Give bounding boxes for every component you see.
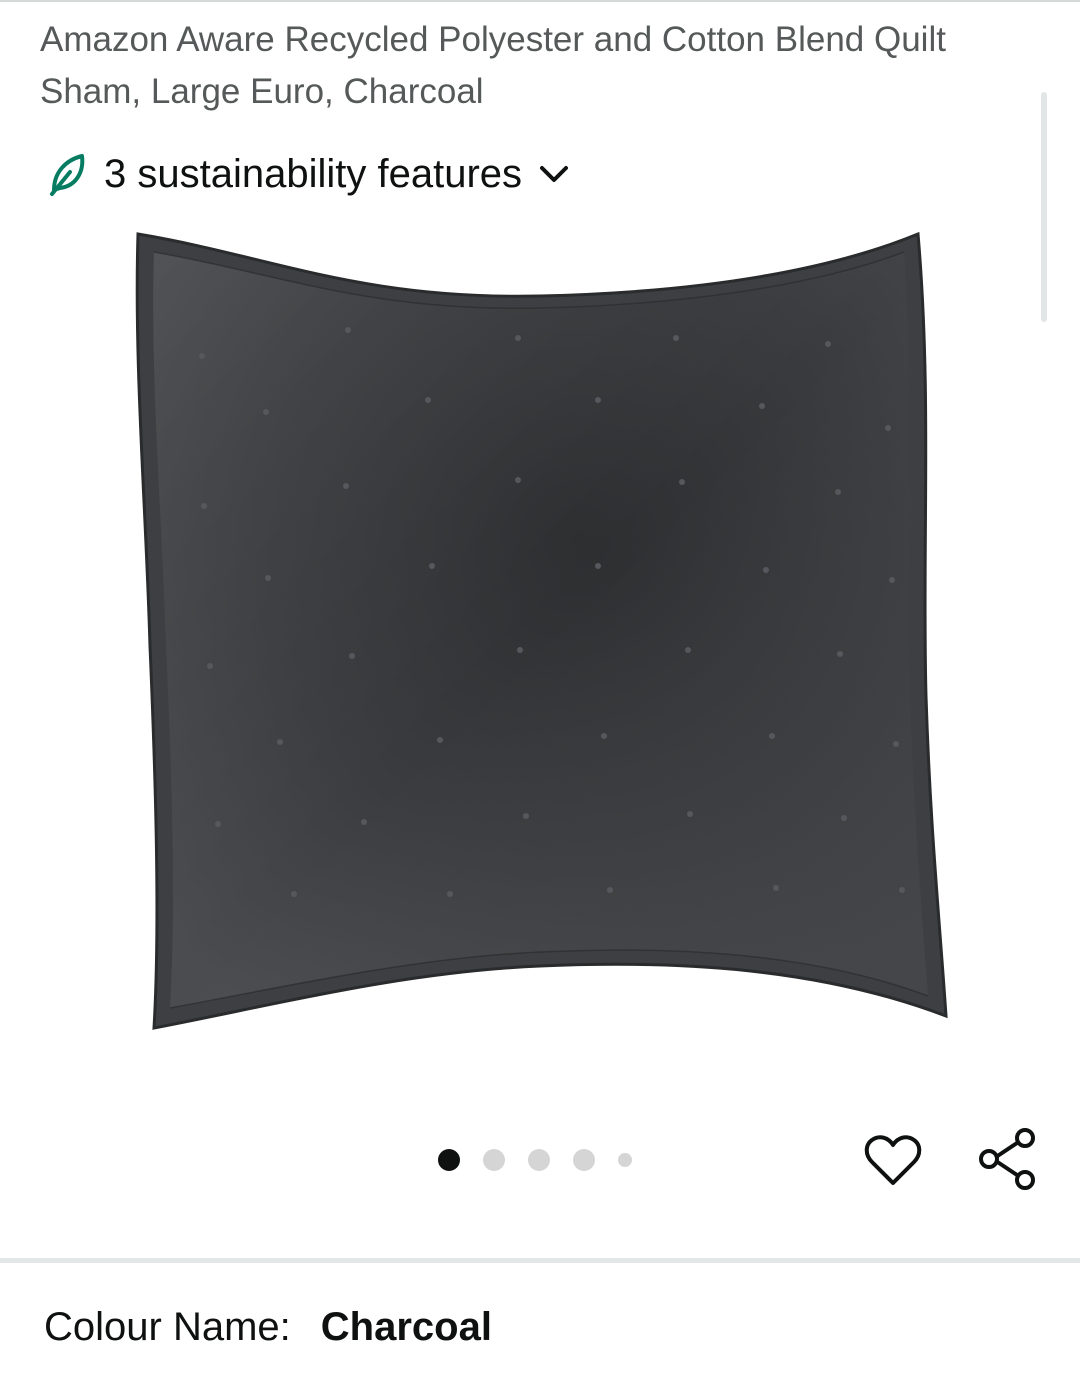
scrollbar[interactable] [1041,92,1047,322]
carousel-dot[interactable] [438,1149,460,1171]
product-image[interactable] [120,226,960,1046]
share-icon [977,1127,1039,1196]
image-carousel-indicator[interactable] [438,1148,655,1172]
carousel-dot[interactable] [528,1149,550,1171]
colour-selector: Colour Name: Charcoal [44,1298,492,1356]
carousel-dot[interactable] [483,1149,505,1171]
section-divider [0,1258,1080,1263]
top-divider [0,0,1080,2]
product-page: Amazon Aware Recycled Polyester and Cott… [0,0,1080,1387]
chevron-down-icon [536,156,572,192]
heart-outline-icon [864,1134,922,1192]
sustainability-features-toggle[interactable]: 3 sustainability features [46,146,572,202]
colour-label: Colour Name: [44,1304,291,1349]
carousel-dot[interactable] [618,1153,632,1167]
colour-value: Charcoal [320,1304,492,1349]
add-to-wishlist-button[interactable] [864,1134,922,1192]
leaf-icon [46,152,90,196]
share-button[interactable] [976,1127,1040,1196]
carousel-dot[interactable] [573,1149,595,1171]
sustainability-features-label: 3 sustainability features [104,152,523,196]
product-title: Amazon Aware Recycled Polyester and Cott… [40,20,946,111]
